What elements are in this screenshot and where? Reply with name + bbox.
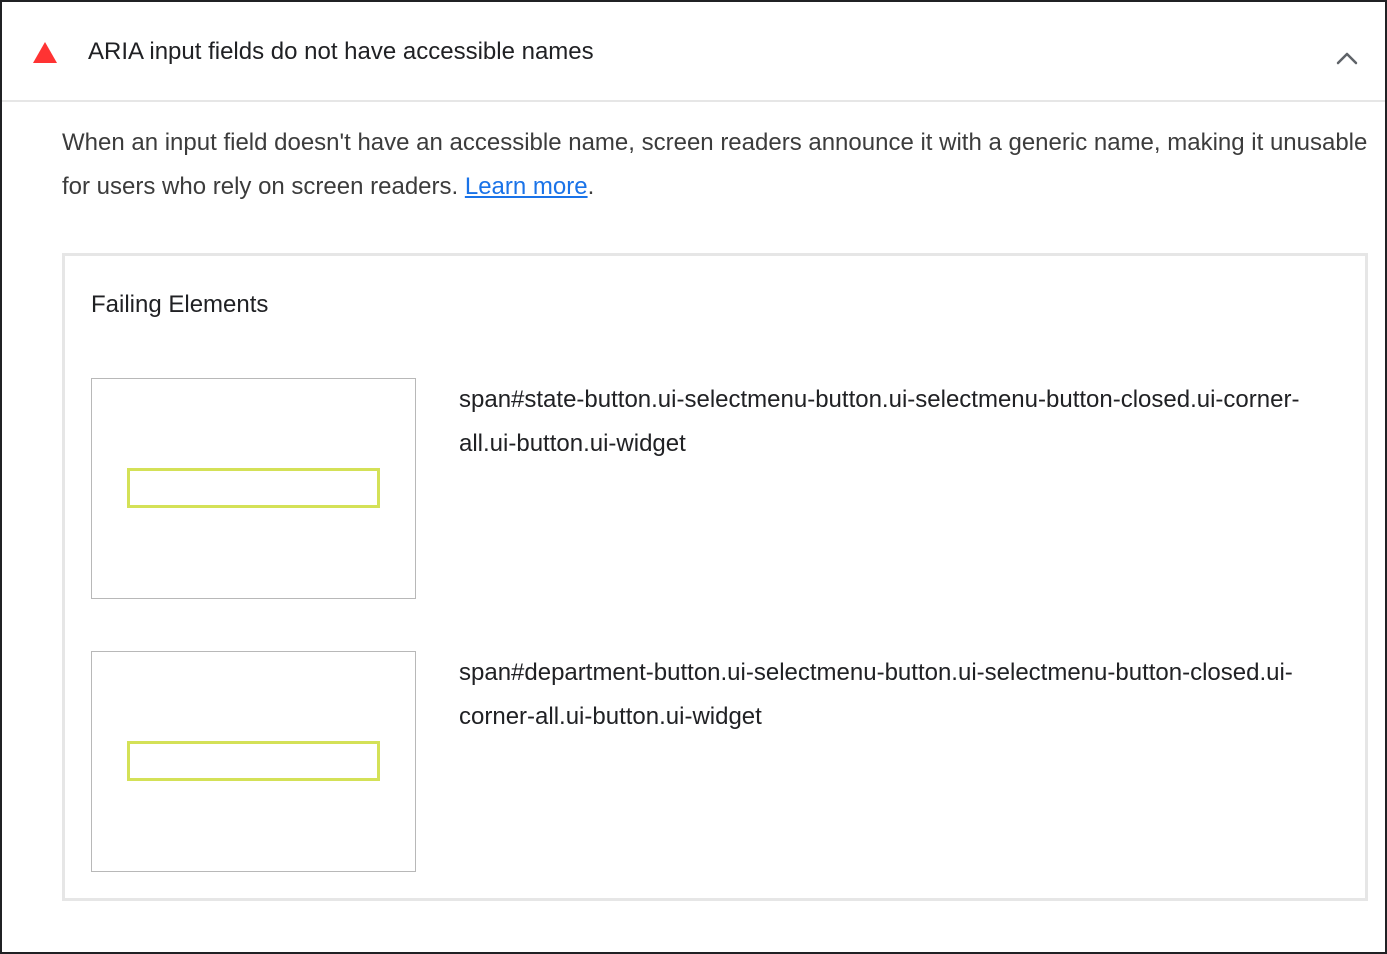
element-selector: span#state-button.ui-selectmenu-button.u… <box>459 386 1300 457</box>
element-highlight-box <box>127 468 380 508</box>
audit-description: When an input field doesn't have an acce… <box>62 121 1372 209</box>
warning-triangle-icon <box>33 42 57 63</box>
failing-element-row: span#state-button.ui-selectmenu-button.u… <box>91 378 1351 600</box>
description-suffix: . <box>587 173 595 200</box>
element-screenshot-thumbnail <box>91 378 416 599</box>
audit-header[interactable]: ARIA input fields do not have accessible… <box>2 2 1385 102</box>
audit-title: ARIA input fields do not have accessible… <box>88 38 594 65</box>
element-highlight-box <box>127 741 380 781</box>
element-screenshot-thumbnail <box>91 651 416 872</box>
element-selector: span#department-button.ui-selectmenu-but… <box>459 659 1293 730</box>
failing-elements-heading: Failing Elements <box>91 291 269 318</box>
failing-element-row: span#department-button.ui-selectmenu-but… <box>91 651 1351 873</box>
learn-more-link[interactable]: Learn more <box>465 173 588 200</box>
audit-card: ARIA input fields do not have accessible… <box>0 0 1387 954</box>
chevron-up-icon[interactable] <box>1333 44 1361 72</box>
description-text: When an input field doesn't have an acce… <box>62 129 1368 200</box>
failing-elements-panel: Failing Elements span#state-button.ui-se… <box>62 253 1368 901</box>
